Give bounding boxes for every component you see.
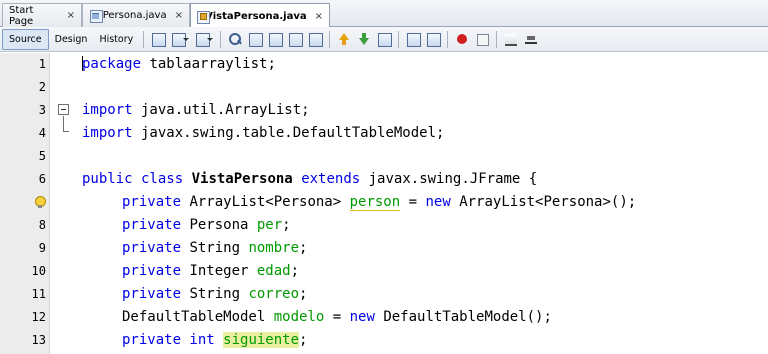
tab-persona-java[interactable]: Persona.java × [82,3,190,27]
fold-icon[interactable] [58,104,69,115]
comment-icon[interactable] [503,31,519,47]
code-editor[interactable]: 1 2 3 4 5 6 8 9 10 11 12 13 package tabl… [0,53,768,354]
shift-right-icon[interactable] [425,31,442,47]
source-button[interactable]: Source [2,28,49,50]
stop-macro-recording-icon[interactable] [474,31,490,47]
code-line-9: private String nombre; [122,240,308,256]
tab-label: VistaPersona.java [205,10,307,22]
line-number: 10 [31,264,46,278]
toolbar-separator [398,30,400,48]
toolbar-separator [447,30,449,48]
close-icon[interactable]: × [175,10,183,21]
line-number: 12 [31,310,46,324]
close-icon[interactable]: × [67,10,75,21]
lightbulb-warning-icon[interactable] [34,196,46,210]
editor-tab-strip: Start Page × Persona.java × VistaPersona… [0,0,768,28]
code-line-3: import java.util.ArrayList; [82,102,310,118]
uncomment-icon[interactable] [523,31,539,47]
find-previous-icon[interactable] [247,31,264,47]
code-line-7: private ArrayList<Persona> person = new … [122,194,637,211]
code-line-6: public class VistaPersona extends javax.… [82,171,538,187]
previous-bookmark-icon[interactable] [336,31,352,47]
line-number: 8 [38,218,46,232]
toggle-bookmark-icon[interactable] [376,31,393,47]
line-number: 6 [38,172,46,186]
java-file-icon [89,9,103,23]
line-number: 11 [31,287,46,301]
line-number: 9 [38,241,46,255]
line-number-gutter: 1 2 3 4 5 6 8 9 10 11 12 13 [0,53,50,354]
form-file-icon [197,10,211,24]
code-line-1: package tablaarraylist; [82,56,276,72]
next-bookmark-icon[interactable] [356,31,372,47]
forward-icon[interactable] [194,31,214,47]
toggle-rect-select-icon[interactable] [307,31,324,47]
line-number: 4 [38,126,46,140]
code-line-12: DefaultTableModel modelo = new DefaultTa… [122,309,552,325]
editor-toolbar: Source Design History [0,27,768,52]
line-number: 2 [38,80,46,94]
line-number: 13 [31,333,46,347]
shift-left-icon[interactable] [405,31,422,47]
line-number: 3 [38,103,46,117]
toolbar-separator [329,30,331,48]
find-next-icon[interactable] [267,31,284,47]
back-icon[interactable] [170,31,190,47]
history-button[interactable]: History [93,29,139,50]
toolbar-separator [143,30,145,48]
toolbar-separator [220,30,222,48]
code-line-11: private String correo; [122,286,308,302]
close-icon[interactable]: × [315,11,323,22]
fold-guide-end [63,131,69,132]
code-line-13: private int siguiente; [122,332,308,348]
fold-guide [63,116,64,131]
find-selection-icon[interactable] [227,31,243,47]
tab-label: Start Page [9,4,34,27]
line-number: 1 [38,57,46,71]
last-edit-icon[interactable] [150,31,167,47]
toggle-highlight-icon[interactable] [287,31,304,47]
design-button[interactable]: Design [49,29,94,50]
code-line-10: private Integer edad; [122,263,300,279]
tab-start-page[interactable]: Start Page × [2,3,82,27]
code-line-4: import javax.swing.table.DefaultTableMod… [82,125,445,141]
toolbar-separator [496,30,498,48]
line-number: 5 [38,149,46,163]
tab-label: Persona.java [102,10,167,21]
start-macro-recording-icon[interactable] [454,31,470,47]
code-line-8: private Persona per; [122,217,291,233]
tab-vistapersona-java[interactable]: VistaPersona.java × [190,3,330,28]
